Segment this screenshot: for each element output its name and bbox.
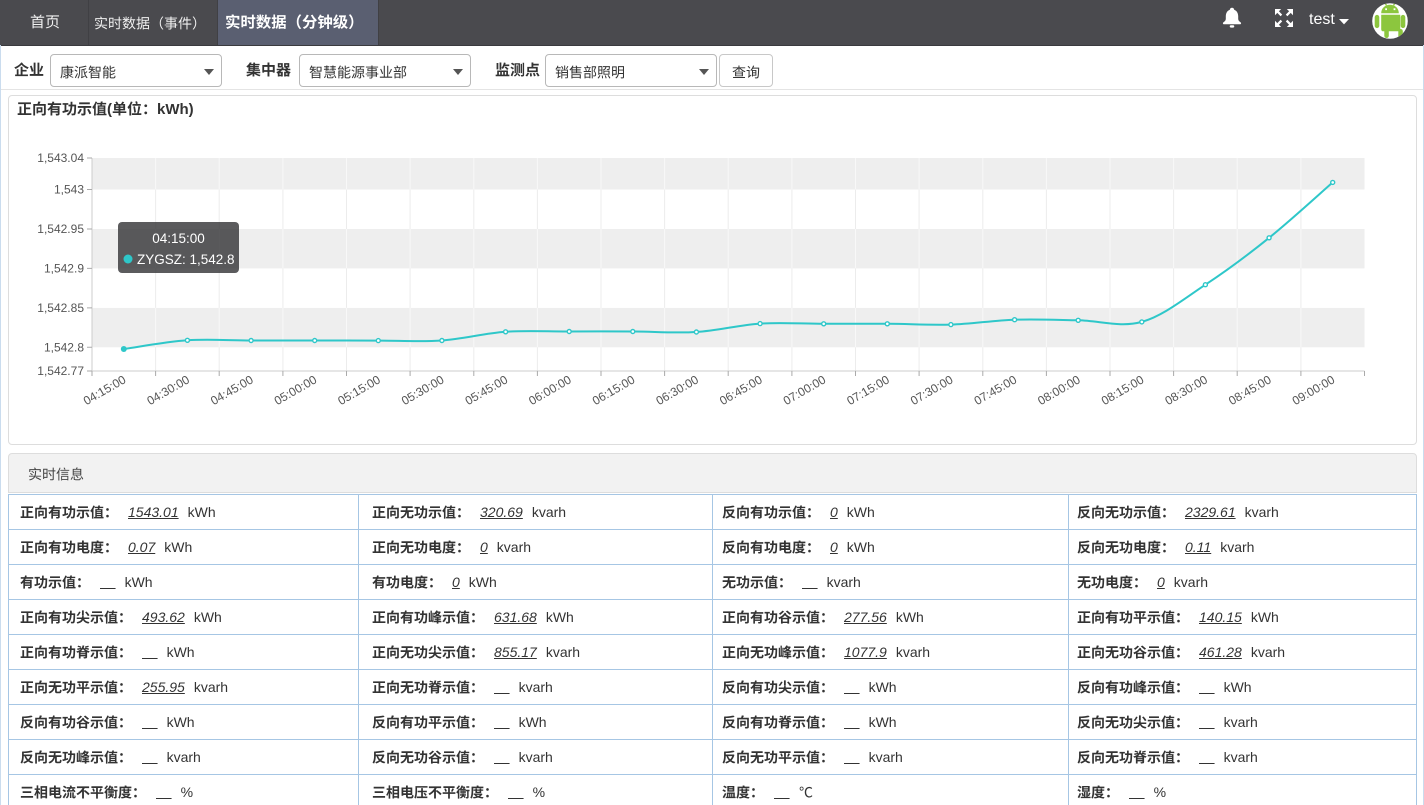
svg-text:07:15:00: 07:15:00 xyxy=(844,372,892,408)
svg-text:1,542.77: 1,542.77 xyxy=(37,364,84,378)
svg-text:06:15:00: 06:15:00 xyxy=(590,372,638,408)
svg-text:06:45:00: 06:45:00 xyxy=(717,372,765,408)
svg-text:04:15:00: 04:15:00 xyxy=(152,231,205,246)
svg-text:04:30:00: 04:30:00 xyxy=(144,372,192,408)
svg-text:05:00:00: 05:00:00 xyxy=(272,372,320,408)
svg-text:04:45:00: 04:45:00 xyxy=(208,372,256,408)
svg-text:1,543.04: 1,543.04 xyxy=(37,151,84,165)
svg-text:08:45:00: 08:45:00 xyxy=(1226,372,1274,408)
svg-text:07:30:00: 07:30:00 xyxy=(908,372,956,408)
svg-text:1,542.95: 1,542.95 xyxy=(37,222,84,236)
svg-text:05:15:00: 05:15:00 xyxy=(335,372,383,408)
svg-text:1,542.9: 1,542.9 xyxy=(44,261,84,275)
svg-text:07:00:00: 07:00:00 xyxy=(781,372,829,408)
svg-text:1,543: 1,543 xyxy=(54,183,84,197)
svg-text:06:30:00: 06:30:00 xyxy=(653,372,701,408)
svg-text:05:30:00: 05:30:00 xyxy=(399,372,447,408)
svg-text:05:45:00: 05:45:00 xyxy=(463,372,511,408)
svg-text:1,542.85: 1,542.85 xyxy=(37,301,84,315)
svg-text:ZYGSZ: 1,542.8: ZYGSZ: 1,542.8 xyxy=(137,252,235,267)
svg-text:06:00:00: 06:00:00 xyxy=(526,372,574,408)
svg-text:09:00:00: 09:00:00 xyxy=(1290,372,1338,408)
svg-text:07:45:00: 07:45:00 xyxy=(972,372,1020,408)
svg-text:08:30:00: 08:30:00 xyxy=(1162,372,1210,408)
svg-text:08:00:00: 08:00:00 xyxy=(1035,372,1083,408)
svg-text:1,542.8: 1,542.8 xyxy=(44,340,84,354)
svg-text:04:15:00: 04:15:00 xyxy=(81,372,129,408)
svg-text:08:15:00: 08:15:00 xyxy=(1099,372,1147,408)
